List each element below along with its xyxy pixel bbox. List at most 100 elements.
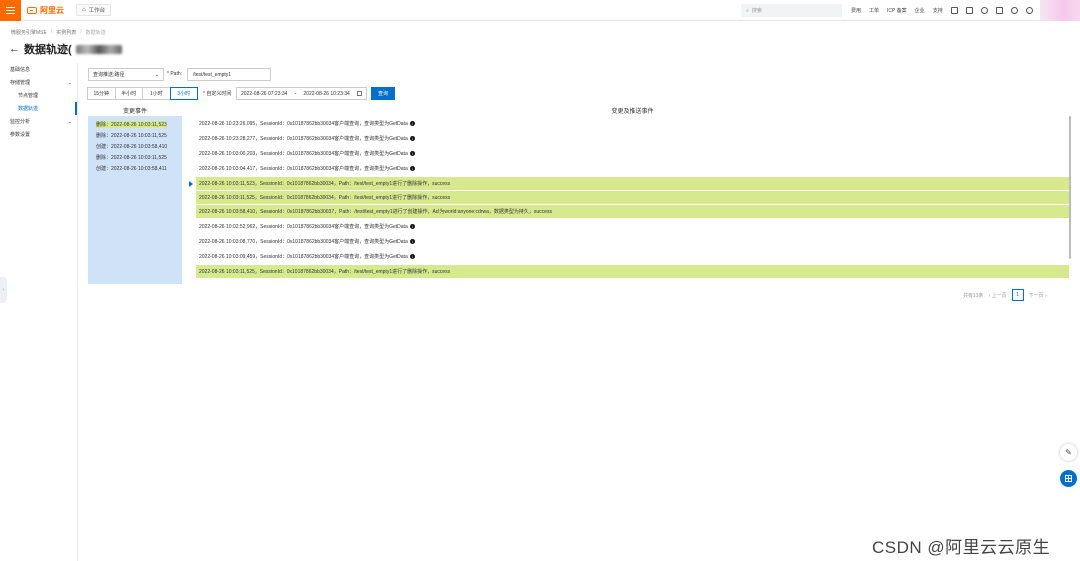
path-input-value: /test/test_empty1 (193, 71, 232, 78)
user-avatar-area[interactable] (1040, 0, 1080, 21)
sidebar-item-label: 参数设置 (10, 132, 31, 138)
redacted-instance-name (75, 44, 122, 54)
grid-icon (1065, 475, 1072, 482)
pagination-total: 共有13条 (963, 292, 984, 299)
push-events-header: 变更及推送事件 (611, 109, 654, 115)
nav-link-icp[interactable]: ICP 备案 (887, 7, 907, 14)
breadcrumb-item-instances[interactable]: 实例列表 (56, 29, 76, 36)
aliyun-logo[interactable]: 阿里云 (27, 5, 64, 16)
top-nav-links: 费用 工单 ICP 备案 企业 支持 (851, 0, 1048, 21)
event-row: 2022-08-26 10:03:04,417，SessionId：0x1018… (196, 161, 1069, 176)
info-icon[interactable]: i (409, 239, 415, 244)
sidebar-item-data-trace[interactable]: 数据轨迹 (0, 102, 77, 115)
notification-bell-icon[interactable] (980, 7, 988, 14)
sidebar-item-params[interactable]: 参数设置 (0, 128, 77, 141)
range-15min-button[interactable]: 15分钟 (87, 87, 116, 100)
info-icon[interactable]: i (409, 121, 415, 126)
breadcrumb: 微服务引擎MSE / 实例列表 / 数据轨迹 (11, 29, 106, 36)
breadcrumb-separator: / (80, 29, 82, 35)
change-event-item[interactable]: 删除：2022-08-26 10:03:11,525 (88, 130, 182, 141)
sidebar-item-label: 数据轨迹 (18, 106, 39, 112)
back-arrow-icon[interactable]: ← (9, 43, 20, 55)
range-3h-button[interactable]: 3小时 (169, 87, 198, 100)
event-row: 2022-08-26 10:23:26,095，SessionId：0x1018… (196, 116, 1069, 131)
event-row: 2022-08-26 10:02:52,962，SessionId：0x1018… (196, 219, 1069, 234)
nav-link-tickets[interactable]: 工单 (869, 7, 879, 14)
path-input[interactable]: /test/test_empty1 (187, 68, 271, 81)
sidebar-collapse-handle[interactable]: › (0, 277, 7, 303)
change-events-header: 变更事件 (122, 109, 147, 115)
chevron-down-icon: ⌄ (67, 79, 72, 86)
breadcrumb-item-mse[interactable]: 微服务引擎MSE (11, 29, 47, 36)
range-1h-button[interactable]: 1小时 (142, 87, 171, 100)
datetime-range-picker[interactable]: 2022-08-26 07:23:34 - 2022-08-26 10:23:3… (236, 87, 367, 100)
apps-grid-button[interactable] (1060, 470, 1077, 487)
nav-link-support[interactable]: 支持 (933, 7, 943, 14)
pencil-icon: ✎ (1065, 448, 1072, 457)
nav-link-fees[interactable]: 费用 (851, 7, 861, 14)
calendar-icon (356, 91, 362, 96)
breadcrumb-item-current: 数据轨迹 (85, 30, 106, 36)
search-icon: ⌕ (746, 7, 749, 14)
sidebar-item-label: 监控分析 (10, 119, 31, 125)
message-icon[interactable] (965, 7, 973, 14)
pagination-next-button[interactable]: 下一页 › (1029, 292, 1047, 299)
sidebar-item-storage[interactable]: 存储管理 ⌄ (0, 76, 77, 89)
nav-link-enterprise[interactable]: 企业 (915, 7, 925, 14)
change-events-list: 删除：2022-08-26 10:03:11,523 删除：2022-08-26… (88, 116, 182, 284)
aliyun-logo-icon (27, 6, 37, 14)
end-time-value: 2022-08-26 10:23:34 (303, 90, 350, 97)
breadcrumb-separator: / (50, 29, 53, 35)
range-30min-button[interactable]: 半小时 (114, 87, 143, 100)
event-row: 2022-08-26 10:03:08,770，SessionId：0x1018… (196, 234, 1069, 249)
info-icon[interactable]: i (409, 151, 415, 156)
home-icon: ⌂ (82, 7, 86, 13)
change-event-item[interactable]: 删除：2022-08-26 10:03:11,525 (88, 152, 182, 163)
info-icon[interactable]: i (409, 224, 415, 229)
global-search-input[interactable]: ⌕ 搜索 (741, 4, 842, 17)
logo-text: 阿里云 (40, 5, 64, 15)
sidebar-item-nodes[interactable]: 节点管理 (0, 89, 77, 102)
sidebar: 基础信息 存储管理 ⌄ 节点管理 数据轨迹 监控分析 ⌄ 参数设置 (0, 63, 78, 561)
time-range-segmented: 15分钟 半小时 1小时 3小时 (87, 87, 198, 100)
page-title-text: 数据轨迹( (24, 44, 72, 56)
change-event-item[interactable]: 创建：2022-08-26 10:03:58,410 (88, 141, 182, 152)
event-row-highlighted: 2022-08-26 10:03:11,523，SessionId：0x1018… (196, 177, 1069, 190)
change-event-item[interactable]: 删除：2022-08-26 10:03:11,523 (88, 119, 182, 130)
location-icon[interactable] (1010, 7, 1018, 14)
help-icon[interactable] (1025, 7, 1033, 14)
change-event-item[interactable]: 创建：2022-08-26 10:03:58,411 (88, 163, 182, 174)
custom-time-label: * 自定义时间 (203, 91, 232, 97)
pagination-prev-button[interactable]: ‹ 上一页 (989, 292, 1007, 299)
events-scrollbar[interactable] (1069, 116, 1071, 259)
event-row-highlighted: 2022-08-26 10:03:11,525，SessionId：0x1018… (196, 191, 1069, 204)
search-placeholder: 搜索 (751, 8, 762, 14)
path-label: * Path: (167, 71, 183, 77)
event-row: 2022-08-26 10:03:09,459，SessionId：0x1018… (196, 249, 1069, 264)
cart-icon[interactable] (995, 7, 1003, 14)
hamburger-menu-button[interactable] (0, 0, 21, 21)
sidebar-item-label: 基础信息 (10, 67, 31, 73)
info-icon[interactable]: i (409, 254, 415, 259)
feedback-edit-button[interactable]: ✎ (1060, 444, 1077, 461)
query-type-select[interactable]: 查询推送:路径 ⌄ (88, 68, 164, 81)
info-icon[interactable]: i (409, 166, 415, 171)
query-type-value: 查询推送:路径 (93, 72, 125, 78)
workbench-button[interactable]: ⌂ 工作台 (76, 4, 112, 16)
event-row: 2022-08-26 10:23:28,277，SessionId：0x1018… (196, 131, 1069, 146)
query-button[interactable]: 查询 (371, 87, 395, 100)
watermark: CSDN @阿里云云原生 (872, 538, 1051, 557)
workbench-label: 工作台 (88, 8, 106, 14)
pagination: 共有13条 ‹ 上一页 1 下一页 › (963, 289, 1047, 301)
push-events-list: 2022-08-26 10:23:26,095，SessionId：0x1018… (196, 116, 1069, 284)
pagination-page-1[interactable]: 1 (1011, 289, 1024, 301)
sidebar-item-monitoring[interactable]: 监控分析 ⌄ (0, 115, 77, 128)
chevron-down-icon: ⌄ (154, 71, 159, 78)
chevron-down-icon: ⌄ (67, 118, 72, 125)
range-separator: - (294, 90, 297, 97)
sidebar-item-basic-info[interactable]: 基础信息 (0, 63, 77, 76)
event-row-highlighted: 2022-08-26 10:03:58,410，SessionId：0x1018… (196, 205, 1069, 218)
info-icon[interactable]: i (409, 136, 415, 141)
selected-event-pointer-icon (189, 181, 193, 187)
console-icon[interactable] (950, 7, 958, 14)
